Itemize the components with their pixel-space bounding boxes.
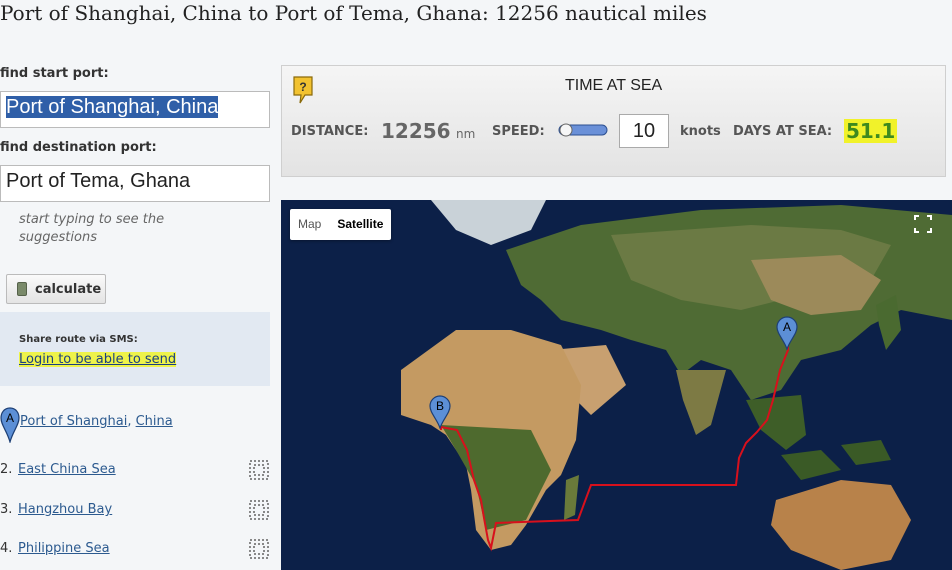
route-start-item: A Port of Shanghai, China: [0, 407, 270, 443]
destination-port-input[interactable]: Port of Tema, Ghana: [0, 165, 270, 202]
sms-title: Share route via SMS:: [19, 334, 138, 345]
route-item-number: 3.: [0, 502, 13, 517]
speed-slider[interactable]: [558, 123, 608, 137]
speed-input[interactable]: 10: [619, 114, 669, 148]
days-at-sea-value: 51.1: [844, 119, 898, 143]
map-marker-b-letter: B: [436, 399, 444, 413]
start-port-label: find start port:: [0, 66, 109, 81]
list-item: 3. Hangzhou Bay: [0, 500, 270, 522]
route-item-link[interactable]: East China Sea: [18, 462, 116, 477]
sms-share-box: Share route via SMS: Login to be able to…: [0, 312, 270, 386]
list-item: 4. Philippine Sea: [0, 539, 270, 561]
marker-a-letter: A: [6, 411, 14, 425]
suggestion-hint: start typing to see the suggestions: [19, 212, 165, 245]
distance-unit: nm: [456, 127, 476, 141]
route-item-link[interactable]: Hangzhou Bay: [18, 502, 112, 517]
destination-port-value: Port of Tema, Ghana: [6, 170, 191, 192]
route-item-number: 4.: [0, 541, 13, 556]
fullscreen-icon[interactable]: [907, 208, 939, 240]
distance-label: DISTANCE:: [291, 124, 369, 139]
page-title: Port of Shanghai, China to Port of Tema,…: [0, 1, 707, 25]
help-mark: ?: [299, 80, 306, 94]
speed-unit: knots: [680, 124, 721, 139]
map-type-toggle: Map Satellite: [290, 209, 392, 240]
destination-port-label: find destination port:: [0, 140, 157, 155]
route-map[interactable]: A B Map Satellite: [281, 200, 952, 570]
map-imagery: [281, 200, 952, 570]
sms-login-link[interactable]: Login to be able to send: [19, 352, 177, 367]
calculator-icon: [17, 282, 27, 296]
speed-label: SPEED:: [492, 124, 545, 139]
help-icon[interactable]: ?: [292, 75, 314, 105]
map-type-map-button[interactable]: Map: [290, 209, 329, 240]
start-port-input[interactable]: Port of Shanghai, China: [0, 91, 270, 128]
route-item-link[interactable]: Philippine Sea: [18, 541, 110, 556]
route-start-separator: ,: [127, 414, 136, 429]
route-start-port-link[interactable]: Port of Shanghai: [20, 414, 127, 429]
list-item: 2. East China Sea: [0, 460, 270, 482]
zoom-to-icon[interactable]: [249, 539, 269, 559]
calculate-button[interactable]: calculate: [6, 274, 106, 304]
map-type-satellite-button[interactable]: Satellite: [329, 209, 391, 240]
time-at-sea-panel: ? TIME AT SEA DISTANCE: 12256 nm SPEED: …: [281, 65, 946, 177]
route-item-number: 2.: [0, 462, 13, 477]
map-marker-a-icon[interactable]: A: [776, 316, 798, 350]
distance-value: 12256: [381, 119, 451, 143]
zoom-to-icon[interactable]: [249, 460, 269, 480]
map-marker-b-icon[interactable]: B: [429, 395, 451, 429]
marker-a-icon: A: [0, 407, 20, 443]
calculate-label: calculate: [35, 281, 102, 297]
start-port-value: Port of Shanghai, China: [6, 96, 219, 118]
days-at-sea-label: DAYS AT SEA:: [733, 124, 833, 139]
route-start-country-link[interactable]: China: [136, 414, 173, 429]
map-marker-a-letter: A: [783, 320, 791, 334]
time-at-sea-title: TIME AT SEA: [565, 77, 663, 94]
zoom-to-icon[interactable]: [249, 500, 269, 520]
